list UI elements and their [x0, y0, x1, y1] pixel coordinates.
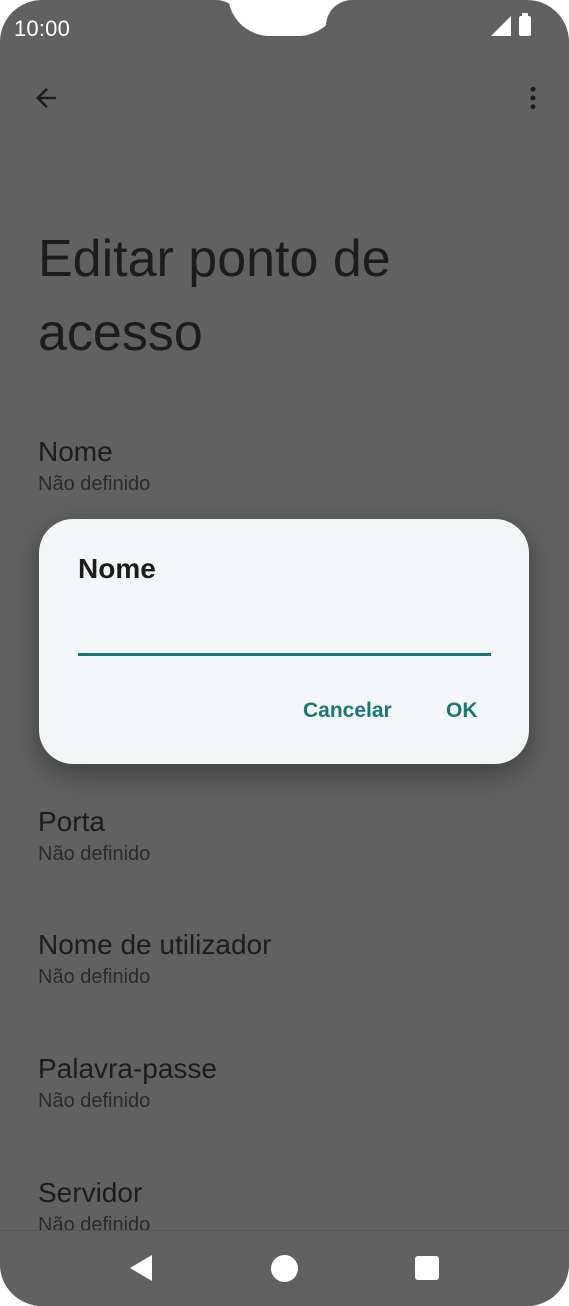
- back-button[interactable]: [24, 76, 68, 120]
- battery-icon: [519, 13, 531, 36]
- preference-item-porta[interactable]: Porta Não definido: [38, 804, 538, 868]
- preference-item-palavra-passe[interactable]: Palavra-passe Não definido: [38, 1051, 538, 1115]
- preference-item-nome-de-utilizador[interactable]: Nome de utilizador Não definido: [38, 927, 538, 991]
- preference-summary: Não definido: [38, 1090, 151, 1112]
- page-title: Editar ponto de acesso: [38, 230, 391, 362]
- nav-recents-icon[interactable]: [415, 1256, 439, 1280]
- camera-notch: [228, 0, 340, 36]
- signal-icon: [491, 16, 511, 36]
- preference-title: Nome de utilizador: [38, 929, 272, 960]
- status-bar: 10:00: [0, 0, 569, 58]
- edit-name-dialog: Nome Cancelar OK: [39, 519, 529, 764]
- preference-summary: Não definido: [38, 966, 151, 988]
- nav-back-icon[interactable]: [130, 1255, 152, 1281]
- phone-screen: 10:00 Editar ponto de acesso Nome Não de…: [0, 0, 569, 1306]
- preference-title: Porta: [38, 806, 105, 837]
- cancel-button[interactable]: Cancelar: [303, 699, 392, 723]
- status-time: 10:00: [14, 16, 71, 41]
- name-input[interactable]: [78, 615, 491, 656]
- notch-curve-right: [326, 0, 366, 26]
- dialog-title: Nome: [78, 553, 156, 584]
- status-icons: [491, 13, 531, 36]
- nav-home-icon[interactable]: [271, 1255, 298, 1282]
- preference-title: Palavra-passe: [38, 1053, 217, 1084]
- preference-summary: Não definido: [38, 473, 151, 495]
- more-vert-icon: [530, 86, 536, 110]
- arrow-left-icon: [36, 88, 56, 108]
- navigation-bar: [0, 1231, 569, 1306]
- preference-item-nome[interactable]: Nome Não definido: [38, 434, 538, 498]
- preference-title: Servidor: [38, 1177, 143, 1208]
- preference-summary: Não definido: [38, 843, 151, 865]
- preference-title: Nome: [38, 436, 113, 467]
- ok-button[interactable]: OK: [446, 699, 478, 723]
- more-options-button[interactable]: [511, 76, 555, 120]
